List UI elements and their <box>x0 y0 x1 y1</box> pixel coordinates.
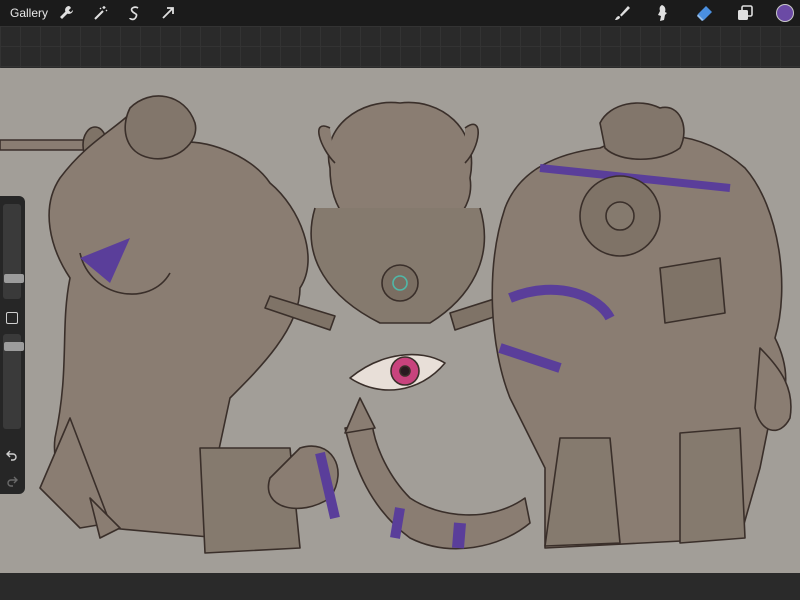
undo-icon[interactable] <box>5 448 19 462</box>
brush-size-slider[interactable] <box>3 204 24 299</box>
magic-wand-icon[interactable] <box>90 3 110 23</box>
sword-blade <box>0 139 96 151</box>
side-toolbar <box>0 196 25 494</box>
color-swatch-button[interactable] <box>776 4 794 22</box>
gallery-button[interactable]: Gallery <box>10 5 48 21</box>
top-toolbar: Gallery <box>0 0 800 26</box>
opacity-slider-thumb[interactable] <box>4 342 24 351</box>
drawing-canvas[interactable] <box>0 68 800 573</box>
workspace-background-top <box>0 26 800 68</box>
transform-arrow-icon[interactable] <box>158 3 178 23</box>
modify-square-icon[interactable] <box>6 312 18 324</box>
right-character-head <box>599 102 685 161</box>
left-character-head <box>124 95 197 160</box>
layers-icon[interactable] <box>735 3 755 23</box>
selection-icon[interactable] <box>124 3 144 23</box>
opacity-slider[interactable] <box>3 334 24 429</box>
eraser-icon[interactable] <box>694 3 714 23</box>
brush-size-slider-thumb[interactable] <box>4 274 24 283</box>
redo-icon[interactable] <box>5 474 19 488</box>
workspace-background-bottom <box>0 573 800 600</box>
wrench-icon[interactable] <box>56 3 76 23</box>
smudge-icon[interactable] <box>652 3 672 23</box>
character-sheet-artwork <box>0 95 792 554</box>
brush-icon[interactable] <box>612 3 632 23</box>
